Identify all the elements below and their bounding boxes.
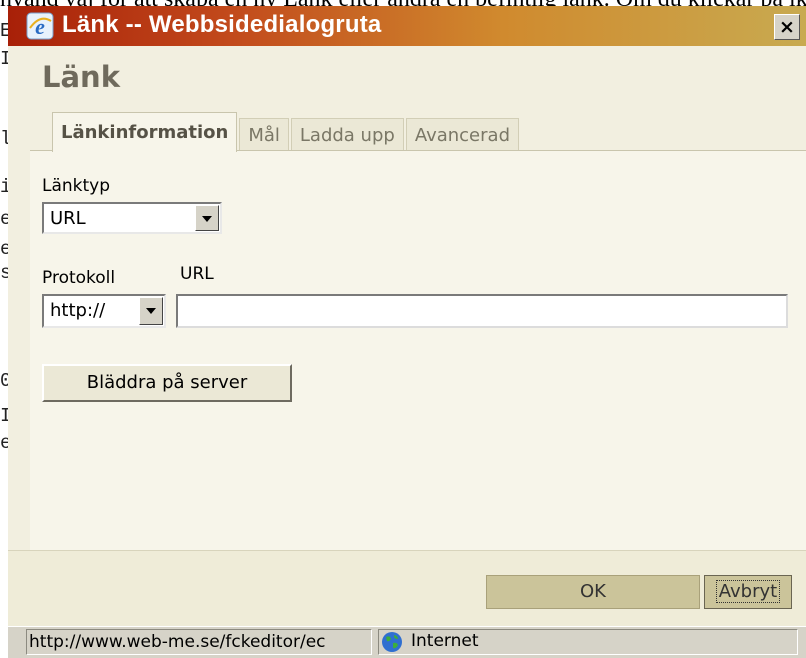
tab-advanced[interactable]: Avancerad [405, 118, 519, 152]
link-type-label: Länktyp [42, 176, 111, 196]
url-label: URL [180, 264, 214, 284]
protocol-label: Protokoll [42, 268, 116, 288]
tab-upload[interactable]: Ladda upp [290, 118, 404, 152]
tab-link-info[interactable]: Länkinformation [52, 112, 238, 152]
protocol-value: http:// [50, 300, 106, 321]
cancel-button-label: Avbryt [715, 580, 781, 603]
close-button[interactable]: × [774, 14, 800, 40]
chevron-down-icon[interactable] [139, 297, 163, 325]
status-url: http://www.web-me.se/fckeditor/ec [26, 629, 372, 655]
browse-server-button[interactable]: Bläddra på server [42, 364, 292, 402]
window-title: Länk -- Webbsidedialogruta [62, 11, 382, 38]
globe-icon [382, 632, 402, 652]
ie-icon: e [26, 12, 54, 40]
title-bar[interactable]: e Länk -- Webbsidedialogruta × [8, 6, 806, 46]
link-type-value: URL [50, 208, 86, 229]
dialog-footer: OK Avbryt [8, 550, 806, 627]
url-input[interactable] [176, 294, 788, 328]
link-type-select[interactable]: URL [42, 202, 222, 234]
chevron-down-icon[interactable] [195, 205, 219, 231]
protocol-select[interactable]: http:// [42, 294, 166, 328]
cancel-button[interactable]: Avbryt [704, 575, 792, 609]
dialog-header: Länk [42, 60, 120, 94]
tab-bar: Länkinformation Mål Ladda upp Avancerad [52, 112, 521, 152]
security-zone: Internet [378, 629, 798, 655]
link-dialog-window: e Länk -- Webbsidedialogruta × Länk Länk… [8, 6, 806, 658]
tab-target[interactable]: Mål [239, 118, 289, 152]
zone-label: Internet [411, 631, 479, 651]
status-bar: http://www.web-me.se/fckeditor/ec Intern… [8, 626, 806, 658]
ok-button[interactable]: OK [486, 575, 700, 609]
